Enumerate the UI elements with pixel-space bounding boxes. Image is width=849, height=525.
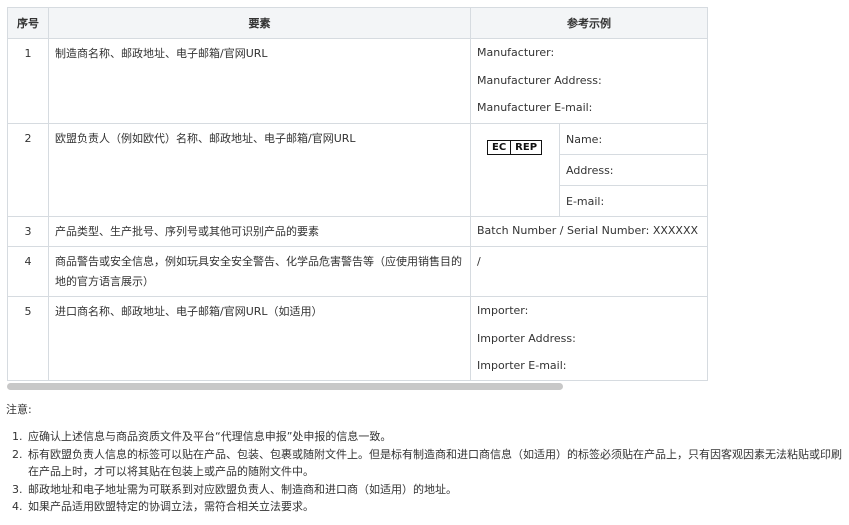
table-row: 5 进口商名称、邮政地址、电子邮箱/官网URL（如适用） Importer: I… [7, 296, 708, 381]
row-element: 欧盟负责人（例如欧代）名称、邮政地址、电子邮箱/官网URL [48, 123, 471, 217]
example-line: Importer: [477, 304, 529, 317]
row-element: 进口商名称、邮政地址、电子邮箱/官网URL（如适用） [48, 296, 471, 381]
example-line: E-mail: [559, 185, 707, 216]
row-number: 1 [7, 38, 49, 124]
table-header: 序号 要素 参考示例 [7, 7, 708, 39]
row-number: 2 [7, 123, 49, 217]
example-line: Batch Number / Serial Number: XXXXXX [470, 216, 708, 247]
row-element: 制造商名称、邮政地址、电子邮箱/官网URL [48, 38, 471, 124]
header-element: 要素 [48, 7, 471, 39]
table-row: 1 制造商名称、邮政地址、电子邮箱/官网URL Manufacturer: Ma… [7, 38, 708, 124]
example-line: Importer Address: [477, 331, 576, 345]
note-item: 标有欧盟负责人信息的标签可以贴在产品、包装、包裹或随附文件上。但是标有制造商和进… [26, 446, 846, 481]
row-example: EC REP Name: Address: E-mail: [470, 123, 708, 217]
ec-label: EC [492, 142, 507, 153]
rep-label: REP [510, 141, 541, 154]
notes-title: 注意: [6, 403, 32, 416]
ec-rep-logo: EC REP [471, 124, 560, 216]
row-example: Importer: Importer Address: Importer E-m… [470, 296, 708, 381]
row-number: 4 [7, 246, 49, 297]
note-item: 如果产品适用欧盟特定的协调立法，需符合相关立法要求。 [26, 498, 846, 516]
eu-rep-subtable: EC REP Name: Address: E-mail: [471, 124, 707, 216]
example-line: Importer E-mail: [477, 359, 567, 372]
example-line: Manufacturer: [477, 46, 555, 59]
row-example: Manufacturer: Manufacturer Address: Manu… [470, 38, 708, 124]
row-number: 5 [7, 296, 49, 381]
horizontal-scrollbar[interactable] [7, 383, 563, 390]
example-line: Manufacturer Address: [477, 73, 602, 87]
header-example: 参考示例 [470, 7, 708, 39]
requirements-table: 序号 要素 参考示例 1 制造商名称、邮政地址、电子邮箱/官网URL Manuf… [7, 7, 708, 381]
example-line: Name: [559, 124, 707, 155]
notes-list: 应确认上述信息与商品资质文件及平台“代理信息申报”处申报的信息一致。 标有欧盟负… [8, 428, 846, 516]
header-no: 序号 [7, 7, 49, 39]
row-element: 商品警告或安全信息，例如玩具安全安全警告、化学品危害警告等（应使用销售目的地的官… [48, 246, 471, 297]
row-element: 产品类型、生产批号、序列号或其他可识别产品的要素 [48, 216, 471, 247]
row-number: 3 [7, 216, 49, 247]
note-item: 应确认上述信息与商品资质文件及平台“代理信息申报”处申报的信息一致。 [26, 428, 846, 446]
table-row: 3 产品类型、生产批号、序列号或其他可识别产品的要素 Batch Number … [7, 216, 708, 247]
example-line: Manufacturer E-mail: [477, 101, 593, 114]
table-row: 2 欧盟负责人（例如欧代）名称、邮政地址、电子邮箱/官网URL EC REP Na… [7, 123, 708, 217]
note-item: 邮政地址和电子地址需为可联系到对应欧盟负责人、制造商和进口商（如适用）的地址。 [26, 481, 846, 499]
example-line: / [470, 246, 708, 297]
table-row: 4 商品警告或安全信息，例如玩具安全安全警告、化学品危害警告等（应使用销售目的地… [7, 246, 708, 297]
example-line: Address: [559, 154, 707, 186]
